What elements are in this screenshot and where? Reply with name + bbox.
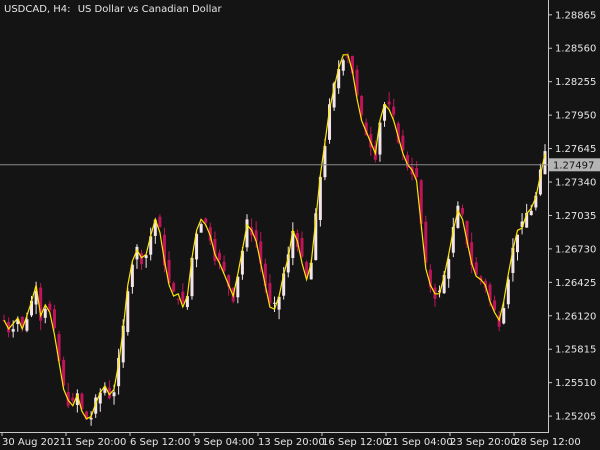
chart-symbol-description: US Dollar vs Canadian Dollar [78, 4, 223, 15]
candle-down [52, 309, 56, 329]
candle-down [460, 207, 464, 215]
price-tick-label: 1.28560 [555, 44, 596, 55]
candle-down [387, 101, 391, 105]
candle-up [89, 417, 93, 420]
price-tick-label: 1.26120 [555, 311, 596, 322]
price-tick-label: 1.27035 [555, 211, 596, 222]
candle-down [415, 168, 419, 178]
candle-down [217, 252, 221, 261]
time-axis: 30 Aug 2021 1 Sep 20:00 6 Sep 12:00 9 Sep 0… [1, 432, 581, 448]
moving-average-line [3, 54, 546, 420]
time-tick-label: 16 Sep 12:00 [322, 437, 389, 448]
price-tick-label: 1.28255 [555, 77, 596, 88]
price-tick-label: 1.26730 [555, 244, 596, 255]
candle-up [341, 60, 345, 71]
candle-up [112, 392, 116, 397]
candle-down [360, 96, 364, 116]
candle-up [502, 308, 506, 324]
price-tick-label: 1.25815 [555, 345, 596, 356]
candle-down [71, 397, 75, 401]
price-tick-label: 1.27645 [555, 144, 596, 155]
candle-down [222, 261, 226, 272]
candle-down [158, 216, 162, 228]
time-tick-label: 13 Sep 20:00 [258, 437, 325, 448]
price-tick-label: 1.25510 [555, 378, 596, 389]
time-tick-label: 28 Sep 12:00 [514, 437, 581, 448]
price-chart[interactable]: 1.28865 1.28560 1.28255 1.27950 1.27645 1.273… [0, 0, 600, 450]
candle-up [25, 319, 29, 331]
price-tick-label: 1.27340 [555, 178, 596, 189]
time-tick-label: 30 Aug 2021 [2, 437, 66, 448]
bid-price-label: 1.27497 [549, 158, 600, 172]
candle-down [300, 237, 304, 257]
candle-down [392, 106, 396, 115]
candle-down [176, 298, 180, 300]
time-tick-label: 9 Sep 04:00 [194, 437, 254, 448]
price-tick-label: 1.26425 [555, 278, 596, 289]
candle-down [172, 282, 176, 292]
candle-up [529, 210, 533, 216]
price-tick-label: 1.27950 [555, 111, 596, 122]
chart-title: USDCAD, H4: US Dollar vs Canadian Dollar [4, 4, 222, 15]
candle-down [204, 218, 208, 224]
candle-up [43, 308, 47, 318]
candle-up [11, 328, 15, 332]
time-tick-label: 1 Sep 20:00 [66, 437, 126, 448]
time-tick-label: 21 Sep 04:00 [386, 437, 453, 448]
bid-price-label-text: 1.27497 [553, 160, 594, 171]
candle-down [181, 291, 185, 303]
chart-symbol-timeframe: USDCAD, H4: [4, 4, 71, 15]
candle-up [273, 302, 276, 304]
candle-up [199, 224, 203, 233]
candle-down [48, 303, 52, 311]
time-tick-label: 23 Sep 20:00 [450, 437, 517, 448]
chart-window[interactable]: 1.28865 1.28560 1.28255 1.27950 1.27645 1.273… [0, 0, 600, 450]
candles-group [2, 52, 547, 426]
price-tick-label: 1.25205 [555, 412, 596, 423]
price-axis: 1.28865 1.28560 1.28255 1.27950 1.27645 1.273… [548, 10, 596, 423]
price-tick-label: 1.28865 [555, 10, 596, 21]
time-tick-label: 6 Sep 12:00 [130, 437, 190, 448]
